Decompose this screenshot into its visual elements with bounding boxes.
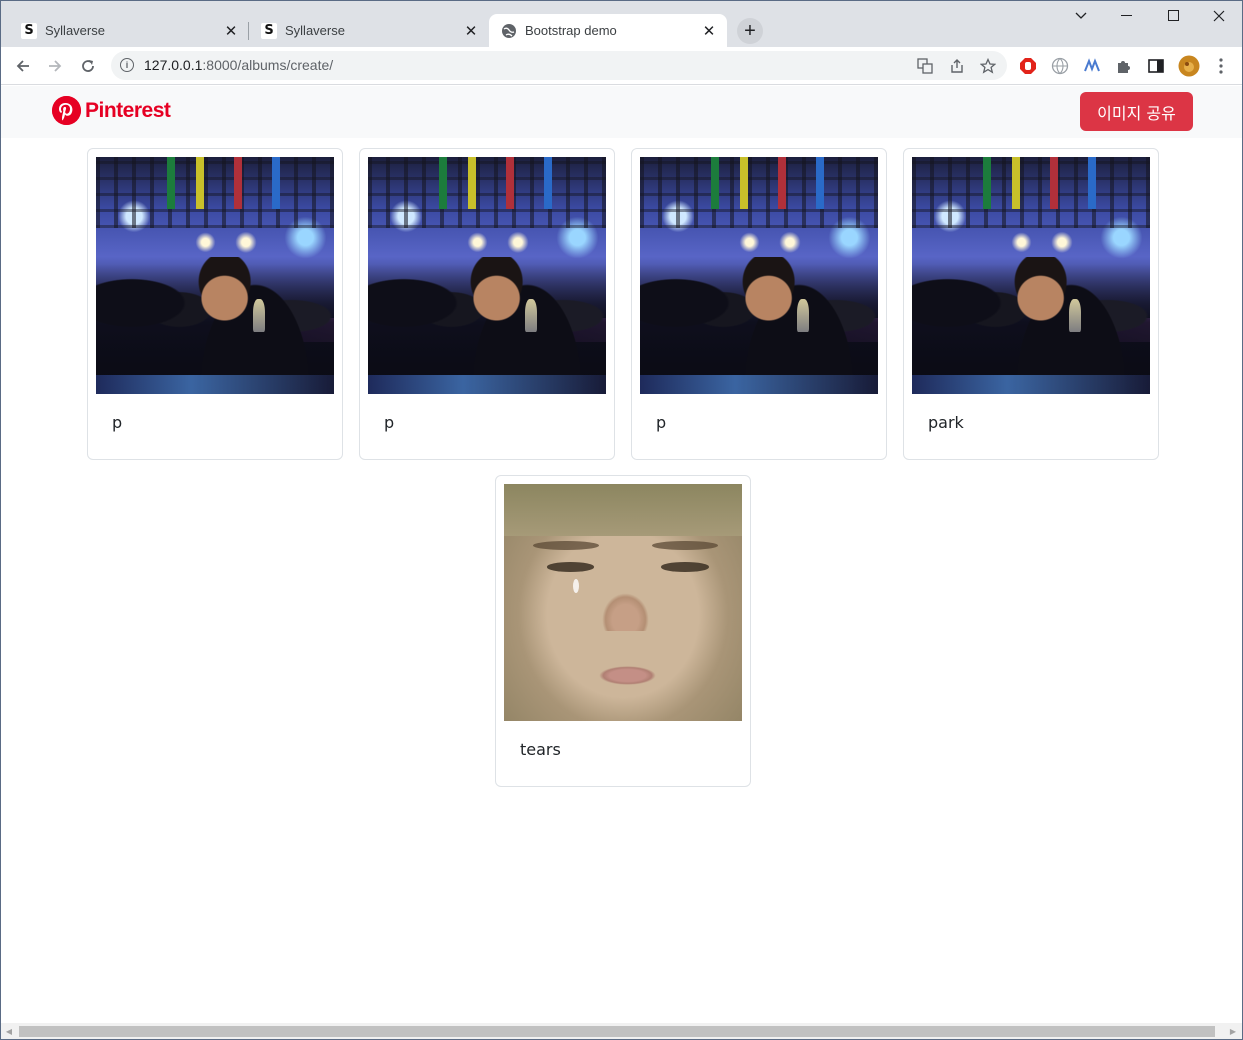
album-card[interactable]: p — [631, 148, 887, 460]
scroll-left-arrow-icon[interactable]: ◀ — [4, 1026, 14, 1037]
tab-title: Syllaverse — [285, 23, 345, 38]
url-path: :8000/albums/create/ — [202, 57, 334, 73]
brand-link[interactable]: Pinterest — [52, 96, 171, 125]
address-bar[interactable]: i 127.0.0.1:8000/albums/create/ — [111, 51, 1007, 80]
brand-name: Pinterest — [85, 98, 171, 122]
album-image[interactable] — [368, 157, 606, 394]
tab-close-icon[interactable]: ✕ — [461, 21, 481, 41]
tab-syllaverse-2[interactable]: S Syllaverse ✕ — [249, 14, 489, 47]
reload-icon[interactable] — [74, 52, 102, 80]
reader-extension-icon[interactable] — [1083, 57, 1101, 75]
syllaverse-favicon-icon: S — [21, 22, 37, 39]
club-photo — [96, 157, 334, 394]
browser-toolbar: i 127.0.0.1:8000/albums/create/ — [1, 47, 1242, 85]
tab-close-icon[interactable]: ✕ — [221, 21, 241, 41]
syllaverse-favicon-icon: S — [261, 22, 277, 39]
crying-face-photo — [504, 484, 742, 721]
club-photo — [912, 157, 1150, 394]
tab-title: Syllaverse — [45, 23, 105, 38]
share-image-button[interactable]: 이미지 공유 — [1080, 92, 1193, 131]
album-caption: tears — [520, 740, 561, 759]
album-image[interactable] — [96, 157, 334, 394]
extensions-puzzle-icon[interactable] — [1115, 57, 1133, 75]
side-panel-icon[interactable] — [1147, 57, 1165, 75]
maximize-icon[interactable] — [1151, 1, 1197, 31]
tab-close-icon[interactable]: ✕ — [699, 21, 719, 41]
tab-syllaverse-1[interactable]: S Syllaverse ✕ — [9, 14, 249, 47]
scrollbar-thumb[interactable] — [19, 1026, 1215, 1037]
bookmark-star-icon[interactable] — [979, 57, 997, 75]
tab-search-icon[interactable] — [1058, 1, 1104, 31]
back-arrow-icon[interactable] — [9, 52, 37, 80]
site-navbar: Pinterest 이미지 공유 — [1, 86, 1242, 138]
page-content: Pinterest 이미지 공유 p p p park tears — [1, 86, 1242, 1023]
close-window-icon[interactable] — [1196, 1, 1242, 31]
album-card[interactable]: tears — [495, 475, 751, 787]
scroll-right-arrow-icon[interactable]: ▶ — [1228, 1026, 1238, 1037]
album-caption: p — [384, 413, 395, 432]
forward-arrow-icon[interactable] — [41, 52, 69, 80]
tab-strip: S Syllaverse ✕ S Syllaverse ✕ Bootstrap … — [1, 1, 1242, 47]
browser-window: S Syllaverse ✕ S Syllaverse ✕ Bootstrap … — [0, 0, 1243, 1040]
club-photo — [640, 157, 878, 394]
globe-extension-icon[interactable] — [1051, 57, 1069, 75]
new-tab-button[interactable]: + — [737, 18, 763, 44]
album-caption: park — [928, 413, 964, 432]
horizontal-scrollbar[interactable]: ◀ ▶ — [1, 1023, 1242, 1039]
adblock-icon[interactable] — [1019, 57, 1037, 75]
club-photo — [368, 157, 606, 394]
album-card[interactable]: p — [87, 148, 343, 460]
album-image[interactable] — [504, 484, 742, 721]
url-host: 127.0.0.1 — [144, 57, 203, 73]
menu-dots-icon[interactable] — [1212, 57, 1230, 75]
profile-avatar[interactable] — [1178, 55, 1200, 77]
url-text[interactable]: 127.0.0.1:8000/albums/create/ — [144, 57, 333, 73]
album-card[interactable]: p — [359, 148, 615, 460]
album-card[interactable]: park — [903, 148, 1159, 460]
album-caption: p — [112, 413, 123, 432]
album-image[interactable] — [640, 157, 878, 394]
minimize-icon[interactable] — [1104, 1, 1150, 31]
pinterest-logo-icon — [52, 96, 81, 125]
site-info-icon[interactable]: i — [120, 58, 134, 72]
tab-bootstrap-demo[interactable]: Bootstrap demo ✕ — [489, 14, 727, 47]
tab-title: Bootstrap demo — [525, 23, 617, 38]
globe-icon — [501, 23, 517, 39]
album-caption: p — [656, 413, 667, 432]
share-icon[interactable] — [948, 57, 966, 75]
album-image[interactable] — [912, 157, 1150, 394]
translate-icon[interactable] — [916, 57, 934, 75]
